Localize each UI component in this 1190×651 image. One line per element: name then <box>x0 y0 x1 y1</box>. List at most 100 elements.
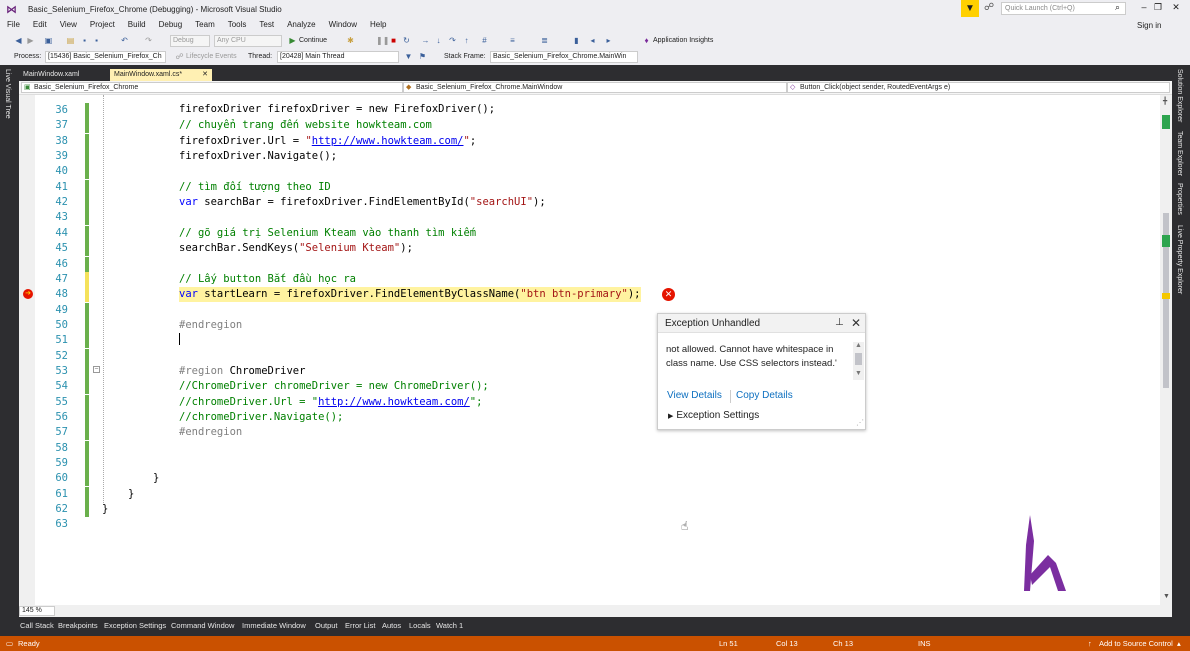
url-link[interactable]: http://www.howkteam.com/ <box>318 396 470 408</box>
tab-autos[interactable]: Autos <box>382 621 401 630</box>
live-property-explorer-tab[interactable]: Live Property Explorer <box>1176 225 1183 294</box>
lifecycle-events-icon[interactable]: ☍ <box>175 52 184 61</box>
code-line[interactable]: 37 // chuyển trang đến website howkteam.c… <box>19 118 1160 134</box>
code-line[interactable]: 50 #endregion <box>19 317 1160 333</box>
code-line[interactable]: 47 // Lấy button Bắt đầu học ra <box>19 271 1160 287</box>
menu-project[interactable]: Project <box>90 19 115 33</box>
stack-frame-select[interactable]: Basic_Selenium_Firefox_Chrome.MainWin <box>490 51 638 63</box>
hex-icon[interactable]: # <box>480 36 489 45</box>
code-line[interactable]: 41 // tìm đối tượng theo ID <box>19 179 1160 195</box>
tab-error-list[interactable]: Error List <box>345 621 375 630</box>
error-icon[interactable]: ✕ <box>662 288 675 301</box>
code-line[interactable]: 55 //chromeDriver.Url = "http://www.howkt… <box>19 394 1160 410</box>
break-all-icon[interactable]: ❚❚ <box>376 36 389 45</box>
tab-call-stack[interactable]: Call Stack <box>20 621 54 630</box>
filter-threads-icon[interactable]: ▼ <box>404 52 413 61</box>
exception-settings-toggle[interactable]: ▶ Exception Settings <box>668 410 759 421</box>
message-scrollbar[interactable]: ▲ ▼ <box>853 342 864 380</box>
menu-file[interactable]: File <box>7 19 20 33</box>
code-line[interactable]: 45 searchBar.SendKeys("Selenium Kteam"); <box>19 241 1160 257</box>
code-line[interactable]: 61} <box>19 486 1160 502</box>
menu-view[interactable]: View <box>60 19 77 33</box>
platform-select[interactable]: Any CPU <box>214 35 282 47</box>
continue-icon[interactable]: ▶ <box>288 36 297 45</box>
search-icon[interactable]: ⌕ <box>1115 2 1120 13</box>
code-line[interactable]: 58 <box>19 440 1160 456</box>
close-icon[interactable]: ✕ <box>1169 2 1183 14</box>
minimize-icon[interactable]: – <box>1137 2 1151 14</box>
code-line[interactable]: 39 firefoxDriver.Navigate(); <box>19 149 1160 165</box>
application-insights-button[interactable]: Application Insights <box>653 36 713 46</box>
project-select[interactable]: ▣ Basic_Selenium_Firefox_Chrome <box>21 82 403 93</box>
show-next-statement-icon[interactable]: → <box>421 36 430 45</box>
menu-team[interactable]: Team <box>195 19 215 33</box>
code-line[interactable]: 48 var startLearn = firefoxDriver.FindEle… <box>19 287 1160 303</box>
sign-in-link[interactable]: Sign in <box>1137 21 1161 30</box>
code-line[interactable]: 56 //chromeDriver.Navigate(); <box>19 410 1160 425</box>
quick-launch-input[interactable]: Quick Launch (Ctrl+Q) <box>1001 2 1126 15</box>
member-select[interactable]: ◇ Button_Click(object sender, RoutedEven… <box>787 82 1170 93</box>
comment-icon[interactable]: ≣ <box>540 36 549 45</box>
code-line[interactable]: 49 <box>19 302 1160 318</box>
stop-icon[interactable]: ■ <box>389 36 398 45</box>
code-line[interactable]: 46 <box>19 256 1160 272</box>
menu-window[interactable]: Window <box>329 19 357 33</box>
source-control-arrow-icon[interactable]: ↑ <box>1088 639 1092 648</box>
tab-breakpoints[interactable]: Breakpoints <box>58 621 98 630</box>
redo-icon[interactable]: ↷ <box>144 36 153 45</box>
menu-debug[interactable]: Debug <box>159 19 183 33</box>
save-all-icon[interactable]: ▪ <box>92 36 101 45</box>
thread-select[interactable]: [20428] Main Thread <box>277 51 399 63</box>
step-over-icon[interactable]: ↷ <box>448 36 457 45</box>
tab-exception-settings[interactable]: Exception Settings <box>104 621 166 630</box>
lifecycle-events-button[interactable]: Lifecycle Events <box>186 52 237 62</box>
solution-explorer-tab[interactable]: Solution Explorer <box>1176 69 1183 122</box>
continue-button[interactable]: Continue <box>299 36 327 46</box>
url-link[interactable]: http://www.howkteam.com/ <box>312 135 464 147</box>
restart-icon[interactable]: ↻ <box>402 36 411 45</box>
current-statement-icon[interactable]: ➔ <box>23 289 33 299</box>
undo-icon[interactable]: ↶ <box>120 36 129 45</box>
view-details-link[interactable]: View Details <box>667 390 722 401</box>
tab-mainwindow-xaml-cs[interactable]: MainWindow.xaml.cs* ✕ <box>110 69 212 81</box>
code-line[interactable]: 38 firefoxDriver.Url = "http://www.howkte… <box>19 133 1160 149</box>
team-explorer-tab[interactable]: Team Explorer <box>1176 131 1183 176</box>
code-line[interactable]: 60} <box>19 471 1160 487</box>
open-file-icon[interactable]: ▤ <box>66 36 75 45</box>
forward-icon[interactable]: ▶ <box>26 36 35 45</box>
class-select[interactable]: ◆ Basic_Selenium_Firefox_Chrome.MainWind… <box>403 82 787 93</box>
scroll-down-icon[interactable]: ▼ <box>1163 593 1170 600</box>
save-icon[interactable]: ▪ <box>80 36 89 45</box>
tab-mainwindow-xaml[interactable]: MainWindow.xaml <box>19 69 83 81</box>
code-line[interactable]: 62} <box>19 502 1160 518</box>
code-line[interactable]: 53 #region ChromeDriver <box>19 363 1160 379</box>
tab-close-icon[interactable]: ✕ <box>202 69 208 81</box>
resize-grip-icon[interactable]: ⋰ <box>856 418 864 427</box>
code-line[interactable]: 63 <box>19 517 1160 532</box>
code-line[interactable]: 42 var searchBar = firefoxDriver.FindElem… <box>19 195 1160 211</box>
filter-icon[interactable]: ▼ <box>961 0 979 17</box>
pin-icon[interactable]: ⊥ <box>835 317 844 328</box>
code-line[interactable]: 43 <box>19 210 1160 226</box>
menu-tools[interactable]: Tools <box>228 19 247 33</box>
feedback-icon[interactable]: ☍ <box>984 2 994 13</box>
tab-locals[interactable]: Locals <box>409 621 431 630</box>
attach-icon[interactable]: ✱ <box>346 36 355 45</box>
threads-icon[interactable]: ≡ <box>508 36 517 45</box>
process-select[interactable]: [15436] Basic_Selenium_Firefox_Ch <box>45 51 166 63</box>
add-to-source-control-button[interactable]: Add to Source Control <box>1099 639 1173 648</box>
source-control-dropdown-icon[interactable]: ▴ <box>1177 639 1181 648</box>
copy-details-link[interactable]: Copy Details <box>736 390 793 401</box>
menu-analyze[interactable]: Analyze <box>287 19 315 33</box>
scroll-up-icon[interactable]: ▲ <box>855 342 862 349</box>
scroll-down-icon[interactable]: ▼ <box>855 370 862 377</box>
menu-help[interactable]: Help <box>370 19 386 33</box>
configuration-select[interactable]: Debug <box>170 35 210 47</box>
menu-build[interactable]: Build <box>128 19 146 33</box>
bookmark-next-icon[interactable]: ▸ <box>604 36 613 45</box>
step-into-icon[interactable]: ↓ <box>434 36 443 45</box>
split-icon[interactable]: ╋ <box>1163 97 1167 105</box>
zoom-select[interactable]: 145 % <box>19 606 55 616</box>
flag-threads-icon[interactable]: ⚑ <box>418 52 427 61</box>
code-line[interactable]: 40 <box>19 164 1160 180</box>
